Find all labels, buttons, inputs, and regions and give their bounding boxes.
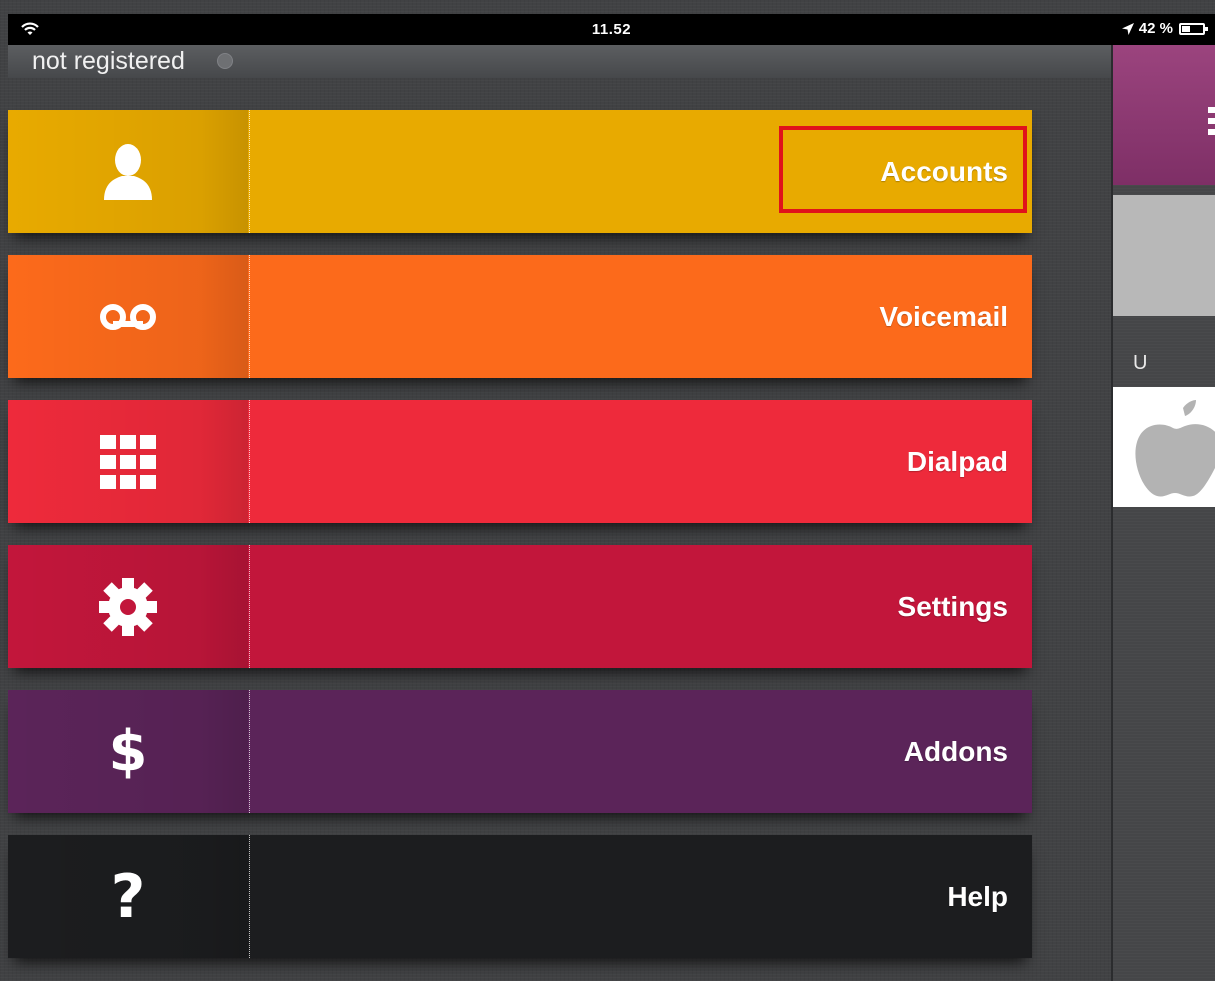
menu-item-addons[interactable]: $ Addons [8,690,1032,813]
right-panel-gray-card [1113,195,1215,316]
menu-item-divider [249,545,250,668]
status-time: 11.52 [591,21,632,38]
location-arrow-icon [1121,22,1134,35]
registration-status: not registered [32,47,185,75]
menu-item-label: Dialpad [906,445,1008,477]
app-screen: 11.52 42 % not registered Accounts Voice… [0,0,1215,981]
question-icon: ? [110,861,146,932]
voicemail-icon [98,302,158,332]
menu-lines-icon[interactable] [1208,107,1215,137]
menu-item-label: Settings [897,590,1008,622]
battery-fill [1182,25,1191,32]
menu-item-voicemail[interactable]: Voicemail [8,255,1032,378]
status-right: 42 % [1121,20,1208,37]
menu-item-dialpad[interactable]: Dialpad [8,400,1032,523]
gear-icon [98,577,158,637]
battery-percent: 42 % [1138,20,1173,37]
status-bar: 11.52 42 % [8,14,1215,45]
menu-item-help[interactable]: ? Help [8,835,1032,958]
menu-item-settings[interactable]: Settings [8,545,1032,668]
dialpad-icon [100,434,156,489]
menu-item-accounts[interactable]: Accounts [8,110,1032,233]
right-panel-header [1113,45,1215,185]
registration-bar: not registered [8,45,1112,78]
person-icon [102,142,154,202]
menu-item-divider [249,690,250,813]
apple-logo-icon [1135,400,1215,497]
menu-item-label: Help [947,880,1008,912]
menu-item-divider [249,110,250,233]
battery-icon [1179,22,1208,35]
menu-item-divider [249,400,250,523]
registration-status-icon [217,53,233,69]
section-letter: U [1133,352,1148,374]
dollar-icon: $ [108,718,148,784]
menu-item-label: Accounts [880,155,1008,187]
menu-item-divider [249,255,250,378]
menu-item-label: Voicemail [879,300,1008,332]
menu-item-label: Addons [903,735,1008,767]
right-panel: U [1111,45,1215,981]
menu-item-divider [249,835,250,958]
